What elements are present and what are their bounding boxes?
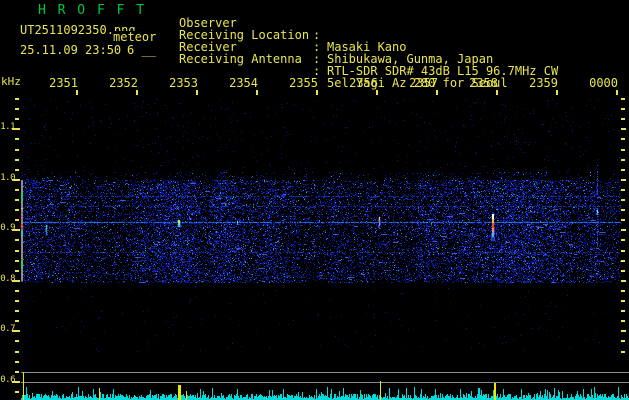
time-tick-label: 2355 (289, 76, 318, 90)
freq-tick-label: 0.9 (0, 223, 15, 233)
time-tick-label: 0000 (589, 76, 618, 90)
spectrogram-canvas (21, 95, 621, 355)
station-label: meteor (112, 30, 158, 44)
info-row-location: Receiving Location : Shibukawa, Gunma, J… (179, 17, 629, 65)
time-tick-label: 2353 (169, 76, 198, 90)
freq-tick-label: 0.7 (0, 324, 15, 334)
freq-tick-label: 0.6 (0, 375, 15, 385)
info-row-observer: Observer : Masaki Kano (179, 5, 629, 53)
freq-axis-unit: kHz (1, 75, 21, 88)
time-tick-label: 2358 (469, 76, 498, 90)
time-tick-label: 2359 (529, 76, 558, 90)
freq-tick-label: 1.1 (0, 122, 15, 132)
observation-datetime: 25.11.09 23:50 (20, 43, 122, 57)
freq-tick-label: 0.8 (0, 274, 15, 284)
app-title: H R O F F T (38, 3, 147, 18)
time-tick-label: 2356 (349, 76, 378, 90)
info-label: Receiving Antenna (179, 52, 302, 66)
freq-tick-label: 1.0 (0, 173, 15, 183)
time-tick-label: 2357 (409, 76, 438, 90)
progress-counter: 6 __ (127, 43, 156, 57)
hrofft-screen: H R O F F T UT2511092350.png meteor 25.1… (0, 0, 629, 400)
time-tick-label: 2354 (229, 76, 258, 90)
time-tick-label: 2352 (109, 76, 138, 90)
info-row-receiver: Receiver : RTL-SDR SDR# 43dB L15 96.7MHz… (179, 29, 629, 77)
time-tick-label: 2351 (49, 76, 78, 90)
info-row-antenna: Receiving Antenna : 5el Yagi Az 280 for … (179, 41, 629, 89)
signal-strength-strip (21, 360, 629, 400)
